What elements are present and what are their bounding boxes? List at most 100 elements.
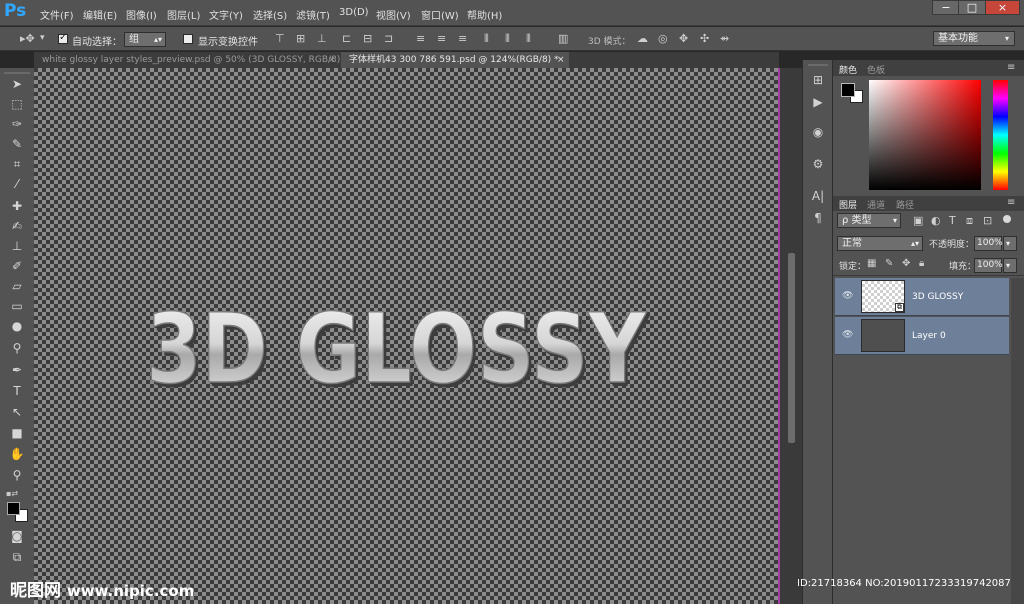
history-brush-tool-icon[interactable]: ✐: [8, 258, 26, 274]
fill-input[interactable]: 100%: [974, 258, 1003, 273]
minimize-button[interactable]: −: [932, 0, 960, 15]
align-right-icon[interactable]: ⊐: [384, 33, 393, 45]
distribute-vcenter-icon[interactable]: ≡: [437, 33, 446, 45]
hand-tool-icon[interactable]: ✋: [8, 446, 26, 462]
align-vcenter-icon[interactable]: ⊞: [296, 33, 305, 45]
lock-transparency-icon[interactable]: ▦: [867, 258, 876, 270]
type-tool-icon[interactable]: T: [8, 383, 26, 399]
layers-scrollbar[interactable]: [1011, 278, 1024, 604]
distribute-left-icon[interactable]: ⦀: [484, 33, 489, 45]
distribute-hcenter-icon[interactable]: ⦀: [505, 33, 510, 45]
lasso-tool-icon[interactable]: ✑: [8, 116, 26, 132]
crop-tool-icon[interactable]: ⌗: [8, 156, 26, 172]
3d-pan-icon[interactable]: ✥: [679, 33, 688, 45]
visibility-eye-icon[interactable]: 👁︎: [842, 330, 853, 340]
eyedropper-tool-icon[interactable]: ⁄: [8, 176, 26, 192]
character-panel-icon[interactable]: A|: [810, 188, 826, 204]
filter-pixel-icon[interactable]: ▣: [913, 215, 923, 227]
lock-all-icon[interactable]: 🔒︎: [919, 258, 924, 270]
tab-paths[interactable]: 路径: [896, 198, 914, 211]
fill-chevron-icon[interactable]: ▾: [1003, 258, 1017, 273]
filter-smart-object-icon[interactable]: ⊡: [983, 215, 992, 227]
tab-layers[interactable]: 图层: [839, 198, 857, 211]
paragraph-panel-icon[interactable]: ¶: [810, 210, 826, 226]
maximize-button[interactable]: □: [958, 0, 986, 15]
tab-white-glossy[interactable]: white glossy layer styles_preview.psd @ …: [34, 52, 348, 68]
3d-scale-icon[interactable]: ⇴: [720, 33, 729, 45]
align-top-icon[interactable]: ⊤: [275, 33, 285, 45]
healing-brush-tool-icon[interactable]: ✚: [8, 198, 26, 214]
show-transform-checkbox[interactable]: [183, 34, 193, 44]
filter-type-icon[interactable]: T: [949, 215, 956, 227]
menu-file[interactable]: 文件(F): [40, 7, 74, 22]
opacity-input[interactable]: 100%: [974, 236, 1003, 251]
panel-menu-icon[interactable]: ≡: [1007, 197, 1015, 208]
filter-shape-icon[interactable]: ⧈: [966, 215, 973, 227]
scrollbar-thumb[interactable]: [788, 253, 795, 443]
move-tool-icon[interactable]: ▸✥: [20, 33, 35, 45]
menu-window[interactable]: 窗口(W): [421, 7, 459, 22]
tab-channels[interactable]: 通道: [867, 198, 885, 211]
rectangle-tool-icon[interactable]: ■: [8, 425, 26, 441]
3d-slide-icon[interactable]: ✣: [700, 33, 709, 45]
foreground-color-swatch[interactable]: [7, 502, 20, 515]
blend-mode-dropdown[interactable]: 正常 ▴▾: [837, 236, 923, 251]
distribute-right-icon[interactable]: ⦀: [526, 33, 531, 45]
adjustments-panel-icon[interactable]: ⚙: [810, 156, 826, 172]
brush-tool-icon[interactable]: ✍: [8, 218, 26, 234]
menu-help[interactable]: 帮助(H): [467, 7, 502, 22]
move-tool-icon[interactable]: ➤: [8, 76, 26, 92]
align-hcenter-icon[interactable]: ⊟: [363, 33, 372, 45]
auto-select-checkbox[interactable]: ✓: [58, 32, 68, 44]
layer-filter-dropdown[interactable]: ρ 类型 ▾: [837, 213, 901, 228]
menu-select[interactable]: 选择(S): [253, 7, 287, 22]
distribute-top-icon[interactable]: ≡: [416, 33, 425, 45]
marquee-tool-icon[interactable]: ⬚: [8, 96, 26, 112]
lock-position-icon[interactable]: ✥: [902, 258, 910, 270]
filter-adjustment-icon[interactable]: ◐: [931, 215, 941, 227]
lock-pixels-icon[interactable]: ✎: [885, 258, 893, 270]
menu-3d[interactable]: 3D(D): [339, 7, 369, 18]
menu-edit[interactable]: 编辑(E): [83, 7, 117, 22]
auto-select-dropdown[interactable]: 组 ▴▾: [124, 32, 166, 47]
layer-row-layer-0[interactable]: 👁︎ Layer 0: [835, 317, 1009, 355]
close-button[interactable]: ×: [985, 0, 1020, 15]
menu-type[interactable]: 文字(Y): [209, 7, 243, 22]
3d-roll-icon[interactable]: ◎: [658, 33, 668, 45]
auto-align-icon[interactable]: ▥: [558, 33, 568, 45]
align-bottom-icon[interactable]: ⊥: [317, 33, 327, 45]
actions-play-icon[interactable]: ▶: [810, 94, 826, 110]
menu-filter[interactable]: 滤镜(T): [296, 7, 330, 22]
panel-menu-icon[interactable]: ≡: [1007, 62, 1015, 73]
eraser-tool-icon[interactable]: ▱: [8, 278, 26, 294]
hue-slider[interactable]: [993, 80, 1008, 190]
stamp-tool-icon[interactable]: ⊥: [8, 238, 26, 254]
color-field[interactable]: [869, 80, 981, 190]
color-foreground-swatch[interactable]: [841, 83, 855, 97]
quick-mask-icon[interactable]: ◙: [8, 528, 26, 544]
history-panel-icon[interactable]: ⊞: [810, 72, 826, 88]
tab-close-icon[interactable]: ×: [557, 52, 565, 68]
menu-view[interactable]: 视图(V): [376, 7, 411, 22]
document-canvas[interactable]: 3D GLOSSY 3D GLOSSY: [34, 68, 779, 604]
menu-layer[interactable]: 图层(L): [167, 7, 200, 22]
path-select-tool-icon[interactable]: ↖: [8, 404, 26, 420]
dodge-tool-icon[interactable]: ⚲: [8, 340, 26, 356]
distribute-bottom-icon[interactable]: ≡: [458, 33, 467, 45]
workspace-dropdown[interactable]: 基本功能 ▾: [933, 31, 1015, 46]
gradient-tool-icon[interactable]: ▭: [8, 298, 26, 314]
zoom-tool-icon[interactable]: ⚲: [8, 467, 26, 483]
layer-row-3d-glossy[interactable]: 👁︎ ⧉ 3D GLOSSY: [835, 278, 1009, 316]
blur-tool-icon[interactable]: ●: [8, 318, 26, 334]
filter-toggle-icon[interactable]: [1003, 215, 1011, 223]
visibility-eye-icon[interactable]: 👁︎: [842, 291, 853, 301]
default-colors-icon[interactable]: ▪⇄: [6, 489, 18, 498]
properties-panel-icon[interactable]: ◉: [810, 124, 826, 140]
3d-rotate-icon[interactable]: ☁: [637, 33, 648, 45]
tab-color[interactable]: 颜色: [839, 63, 857, 76]
quick-select-tool-icon[interactable]: ✎: [8, 136, 26, 152]
opacity-chevron-icon[interactable]: ▾: [1003, 236, 1017, 251]
tool-preset-chevron-icon[interactable]: ▾: [40, 32, 45, 44]
screen-mode-icon[interactable]: ⧉: [8, 549, 26, 565]
pen-tool-icon[interactable]: ✒: [8, 362, 26, 378]
